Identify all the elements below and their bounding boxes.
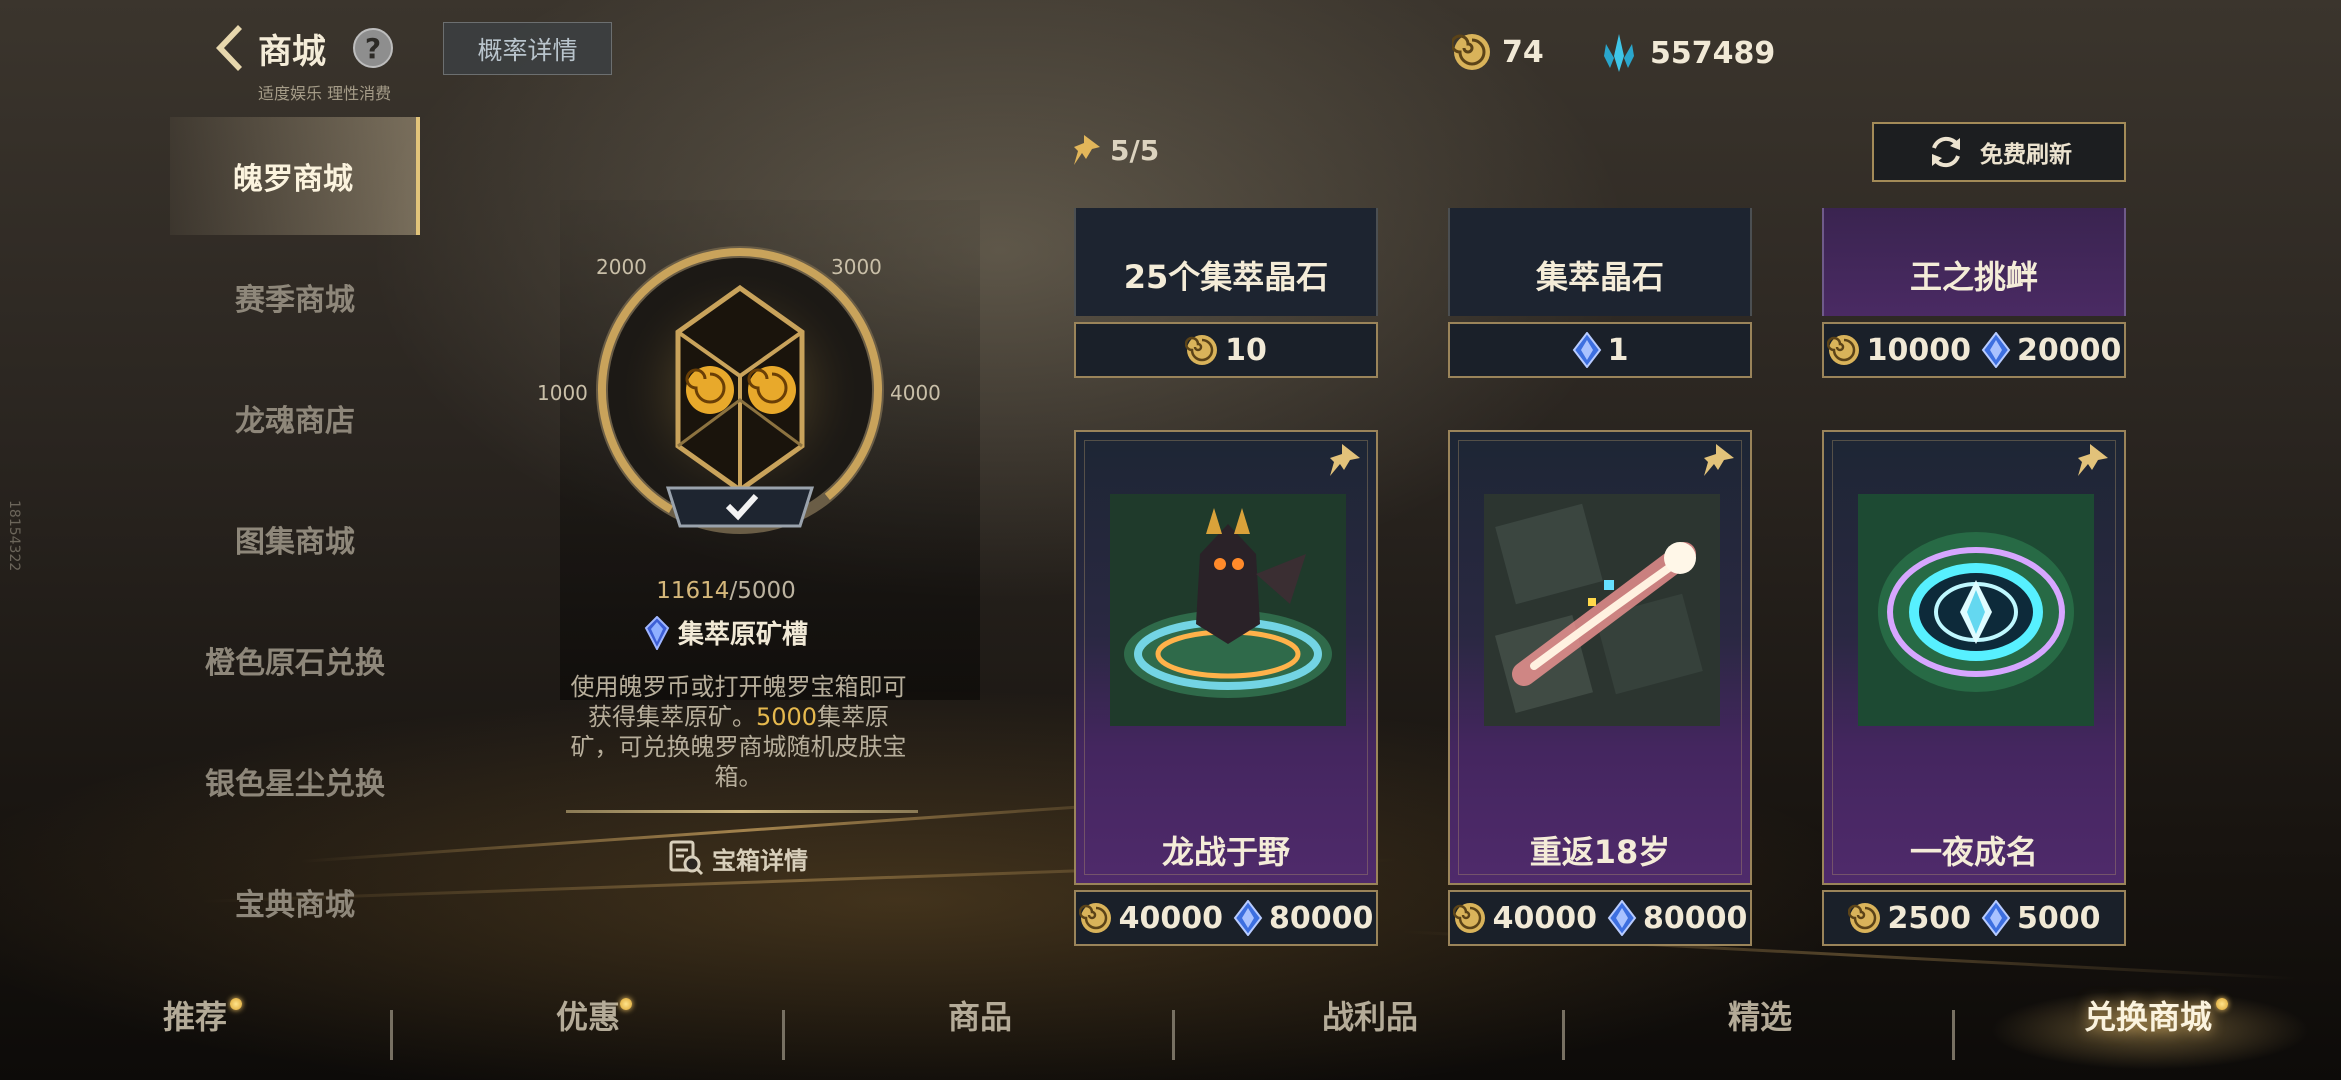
free-refresh-button[interactable]: 免费刷新 — [1872, 122, 2126, 182]
price-button[interactable]: 10 — [1074, 322, 1378, 378]
pin-icon — [1074, 135, 1100, 165]
item-card[interactable]: 重返18岁 — [1448, 430, 1752, 885]
ring-label-1000: 1000 — [537, 381, 588, 405]
document-search-icon — [669, 840, 704, 876]
price-value: 10 — [1225, 332, 1267, 368]
crystal-icon — [1572, 332, 1601, 368]
essence-progress: 11614/5000 — [566, 578, 886, 604]
tab-offers[interactable]: 优惠 — [393, 980, 783, 1050]
item-card[interactable]: 集萃晶石 — [1448, 208, 1752, 316]
item-card[interactable]: 一夜成名 — [1822, 430, 2126, 885]
progress-target: 5000 — [737, 578, 796, 604]
poro-coin-icon — [1078, 903, 1111, 933]
back-button[interactable] — [212, 22, 252, 74]
poro-coin-icon — [1452, 34, 1490, 70]
price-value: 2500 — [1887, 900, 1972, 936]
price-value: 80000 — [1269, 900, 1374, 936]
ring-label-4000: 4000 — [890, 381, 941, 405]
sidebar-item-codex-shop[interactable]: 宝典商城 — [170, 843, 420, 961]
pin-count-text: 5/5 — [1110, 133, 1160, 167]
responsible-notice: 适度娱乐 理性消费 — [258, 84, 392, 103]
divider — [566, 810, 918, 813]
tab-loot[interactable]: 战利品 — [1175, 980, 1565, 1050]
chest-details-label: 宝箱详情 — [712, 846, 808, 875]
crystal-amount: 557489 — [1650, 35, 1776, 71]
tab-recommended[interactable]: 推荐 — [0, 980, 390, 1050]
tab-products[interactable]: 商品 — [785, 980, 1175, 1050]
build-id: 18154322 — [6, 500, 22, 572]
item-name: 集萃晶石 — [1535, 258, 1664, 296]
pin-icon[interactable] — [1328, 442, 1362, 482]
chest-ring-graphic — [596, 246, 884, 534]
chest-progress-ring[interactable] — [590, 240, 890, 540]
page-title: 商城 — [258, 32, 326, 72]
item-art-dragon — [1110, 494, 1346, 726]
crystal-icon — [1607, 900, 1637, 936]
slot-label-text: 集萃原矿槽 — [677, 620, 808, 650]
sidebar-item-dragon-soul-shop[interactable]: 龙魂商店 — [170, 359, 420, 477]
price-value: 40000 — [1118, 900, 1223, 936]
pin-icon[interactable] — [1702, 442, 1736, 482]
essence-slot-label: 集萃原矿槽 — [566, 614, 886, 651]
crystal-icon — [1981, 332, 2011, 368]
crystal-balance: 557489 — [1598, 32, 1775, 74]
price-value: 1 — [1607, 332, 1629, 368]
probability-details-button[interactable]: 概率详情 — [443, 22, 612, 75]
price-button[interactable]: 2500 5000 — [1822, 890, 2126, 946]
pin-counter: 5/5 — [1072, 133, 1159, 167]
sidebar-item-poro-shop[interactable]: 魄罗商城 — [170, 117, 420, 235]
item-name: 一夜成名 — [1909, 833, 2038, 871]
price-value: 80000 — [1643, 900, 1748, 936]
item-name: 王之挑衅 — [1909, 258, 2038, 296]
chest-description: 使用魄罗币或打开魄罗宝箱即可获得集萃原矿。5000集萃原矿，可兑换魄罗商城随机皮… — [566, 672, 911, 792]
item-name: 龙战于野 — [1161, 833, 1290, 871]
item-art-recall — [1484, 494, 1720, 726]
tab-featured[interactable]: 精选 — [1565, 980, 1955, 1050]
poro-coin-icon — [1185, 335, 1218, 365]
item-name: 重返18岁 — [1529, 833, 1671, 871]
bottom-nav: 推荐 优惠 商品 战利品 精选 兑换商城 — [0, 980, 2341, 1080]
chevron-left-icon — [216, 25, 242, 71]
item-art-emblem — [1858, 494, 2094, 726]
coin-balance: 74 — [1452, 32, 1544, 72]
price-value: 40000 — [1492, 900, 1597, 936]
ring-label-2000: 2000 — [596, 255, 647, 279]
sidebar-item-orange-essence[interactable]: 橙色原石兑换 — [170, 601, 420, 719]
poro-coin-icon — [1452, 903, 1485, 933]
item-card[interactable]: 25个集萃晶石 — [1074, 208, 1378, 316]
pin-icon[interactable] — [2076, 442, 2110, 482]
price-button[interactable]: 10000 20000 — [1822, 322, 2126, 378]
price-value: 10000 — [1866, 332, 1971, 368]
refresh-icon — [1932, 136, 1960, 168]
notification-dot — [2216, 998, 2228, 1010]
free-refresh-label: 免费刷新 — [1980, 142, 2072, 168]
crystal-icon — [1981, 900, 2011, 936]
progress-current: 11614 — [656, 578, 730, 604]
price-button[interactable]: 1 — [1448, 322, 1752, 378]
price-button[interactable]: 40000 80000 — [1074, 890, 1378, 946]
coin-amount: 74 — [1502, 34, 1544, 70]
poro-coin-icon — [1847, 903, 1880, 933]
price-button[interactable]: 40000 80000 — [1448, 890, 1752, 946]
ring-label-3000: 3000 — [831, 255, 882, 279]
price-value: 5000 — [2017, 900, 2101, 936]
sidebar-item-season-shop[interactable]: 赛季商城 — [170, 238, 420, 356]
sidebar-item-atlas-shop[interactable]: 图集商城 — [170, 480, 420, 598]
tab-exchange-shop[interactable]: 兑换商城 — [1955, 980, 2341, 1050]
blue-essence-icon — [1604, 34, 1634, 72]
item-card[interactable]: 王之挑衅 — [1822, 208, 2126, 316]
item-card[interactable]: 龙战于野 — [1074, 430, 1378, 885]
crystal-icon — [1233, 900, 1263, 936]
notification-dot — [230, 998, 242, 1010]
help-icon[interactable]: ? — [353, 28, 393, 68]
item-name: 25个集萃晶石 — [1123, 258, 1329, 296]
raw-essence-icon — [644, 615, 670, 650]
poro-coin-icon — [1826, 335, 1859, 365]
description-highlight: 5000 — [755, 703, 818, 731]
sidebar-item-silver-stardust[interactable]: 银色星尘兑换 — [170, 722, 420, 840]
price-value: 20000 — [2017, 332, 2122, 368]
chest-details-button[interactable]: 宝箱详情 — [668, 840, 808, 876]
notification-dot — [620, 998, 632, 1010]
